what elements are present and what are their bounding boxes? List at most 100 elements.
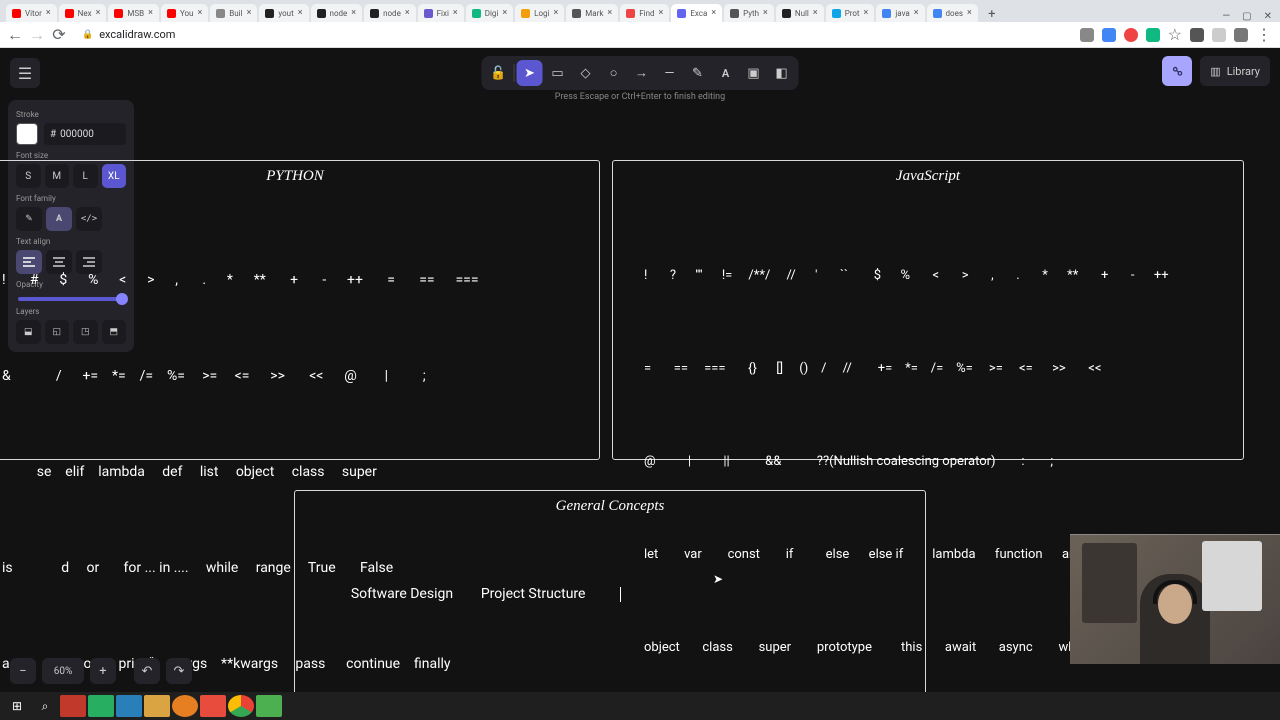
bookmark-star-icon[interactable]: ☆ (1168, 25, 1182, 44)
tab-close-icon[interactable]: × (711, 8, 716, 18)
browser-extensions: ☆ ⋮ (1080, 25, 1272, 44)
tab-close-icon[interactable]: × (453, 8, 458, 18)
tab-label: Find (639, 9, 654, 18)
tab-label: Nex (78, 9, 92, 18)
browser-tab[interactable]: Mark× (566, 4, 618, 22)
browser-menu-icon[interactable]: ⋮ (1256, 25, 1272, 44)
general-title: General Concepts (295, 498, 925, 515)
tab-close-icon[interactable]: × (967, 8, 972, 18)
forward-button[interactable]: → (30, 28, 44, 42)
zoom-out-button[interactable]: − (10, 658, 36, 684)
browser-tab[interactable]: Exca× (671, 4, 722, 22)
taskbar-app[interactable] (60, 695, 86, 717)
tab-close-icon[interactable]: × (46, 8, 51, 18)
tab-close-icon[interactable]: × (502, 8, 507, 18)
tab-label: Null (795, 9, 809, 18)
general-text[interactable]: Software Design Project Structure (330, 546, 621, 642)
tab-label: yout (278, 9, 293, 18)
taskbar-app[interactable] (116, 695, 142, 717)
tab-close-icon[interactable]: × (351, 8, 356, 18)
webcam-person (1140, 574, 1210, 664)
minimize-button[interactable]: — (1222, 11, 1230, 22)
tab-favicon (572, 9, 581, 18)
browser-tab[interactable]: You× (161, 4, 208, 22)
ext-icon[interactable] (1190, 28, 1204, 42)
tab-label: You (180, 9, 194, 18)
zoom-level[interactable]: 60% (42, 658, 84, 684)
browser-tab[interactable]: Find × (620, 4, 669, 22)
tab-close-icon[interactable]: × (607, 8, 612, 18)
browser-tab[interactable]: Null × (776, 4, 824, 22)
tab-label: Digi (485, 9, 499, 18)
search-icon[interactable]: ⌕ (32, 695, 58, 717)
file-explorer-icon[interactable] (144, 695, 170, 717)
browser-tab[interactable]: Buil × (210, 4, 257, 22)
url-text: excalidraw.com (99, 28, 175, 41)
undo-button[interactable]: ↶ (134, 658, 160, 684)
tab-label: Vitor (25, 9, 42, 18)
tab-close-icon[interactable]: × (298, 8, 303, 18)
windows-taskbar: ⊞ ⌕ (0, 692, 1280, 720)
tab-favicon (521, 9, 530, 18)
tab-close-icon[interactable]: × (247, 8, 252, 18)
browser-tab[interactable]: Pyth× (724, 4, 774, 22)
browser-tab[interactable]: Fixi × (418, 4, 464, 22)
tab-close-icon[interactable]: × (813, 8, 818, 18)
excalidraw-app: ☰ 🔓 ➤ ▭ ◇ ○ → — ✎ A ▣ ◧ ▥ Library Press … (0, 48, 1280, 692)
ext-icon[interactable] (1080, 28, 1094, 42)
tab-favicon (65, 9, 74, 18)
tab-label: Prot (845, 9, 860, 18)
taskbar-app[interactable] (88, 695, 114, 717)
tab-label: Fixi (437, 9, 449, 18)
chrome-icon[interactable] (228, 695, 254, 717)
browser-tab[interactable]: does× (927, 4, 978, 22)
url-field[interactable]: 🔒 excalidraw.com (74, 28, 1072, 41)
tab-close-icon[interactable]: × (864, 8, 869, 18)
tab-close-icon[interactable]: × (659, 8, 664, 18)
tab-close-icon[interactable]: × (914, 8, 919, 18)
tab-close-icon[interactable]: × (96, 8, 101, 18)
firefox-icon[interactable] (172, 695, 198, 717)
ext-icon[interactable] (1124, 28, 1138, 42)
tab-close-icon[interactable]: × (405, 8, 410, 18)
taskbar-app[interactable] (256, 695, 282, 717)
ext-icon[interactable] (1212, 28, 1226, 42)
browser-tab[interactable]: Vitor × (6, 4, 57, 22)
browser-tab[interactable]: yout × (259, 4, 308, 22)
ext-icon[interactable] (1146, 28, 1160, 42)
start-button[interactable]: ⊞ (4, 695, 30, 717)
browser-tab[interactable]: Digi× (466, 4, 513, 22)
browser-tab[interactable]: Logi× (515, 4, 564, 22)
browser-tab[interactable]: Prot × (826, 4, 875, 22)
tab-favicon (370, 9, 379, 18)
window-controls: — ▢ ✕ (1222, 11, 1280, 22)
text-caret (620, 587, 621, 602)
tab-close-icon[interactable]: × (763, 8, 768, 18)
tab-close-icon[interactable]: × (148, 8, 153, 18)
browser-tab[interactable]: Nex × (59, 4, 107, 22)
tab-close-icon[interactable]: × (197, 8, 202, 18)
browser-tabstrip: Vitor×Nex×MSB×You×Buil×yout×node×node×Fi… (0, 0, 1280, 22)
back-button[interactable]: ← (8, 28, 22, 42)
tab-favicon (782, 9, 791, 18)
tab-label: java (895, 9, 909, 18)
tab-favicon (424, 9, 433, 18)
tab-label: Buil (229, 9, 242, 18)
ext-icon[interactable] (1234, 28, 1248, 42)
reload-button[interactable]: ⟳ (52, 28, 66, 42)
close-window-button[interactable]: ✕ (1264, 11, 1272, 22)
ext-icon[interactable] (1102, 28, 1116, 42)
maximize-button[interactable]: ▢ (1242, 11, 1251, 22)
tab-favicon (882, 9, 891, 18)
browser-tab[interactable]: MSB× (108, 4, 159, 22)
tab-favicon (216, 9, 225, 18)
browser-tab[interactable]: java × (876, 4, 924, 22)
browser-tab[interactable]: node× (364, 4, 416, 22)
brave-icon[interactable] (200, 695, 226, 717)
zoom-in-button[interactable]: + (90, 658, 116, 684)
browser-tab[interactable]: node× (311, 4, 363, 22)
redo-button[interactable]: ↷ (166, 658, 192, 684)
tab-close-icon[interactable]: × (553, 8, 558, 18)
mouse-cursor-icon: ➤ (713, 572, 723, 586)
new-tab-button[interactable]: + (984, 6, 1000, 22)
